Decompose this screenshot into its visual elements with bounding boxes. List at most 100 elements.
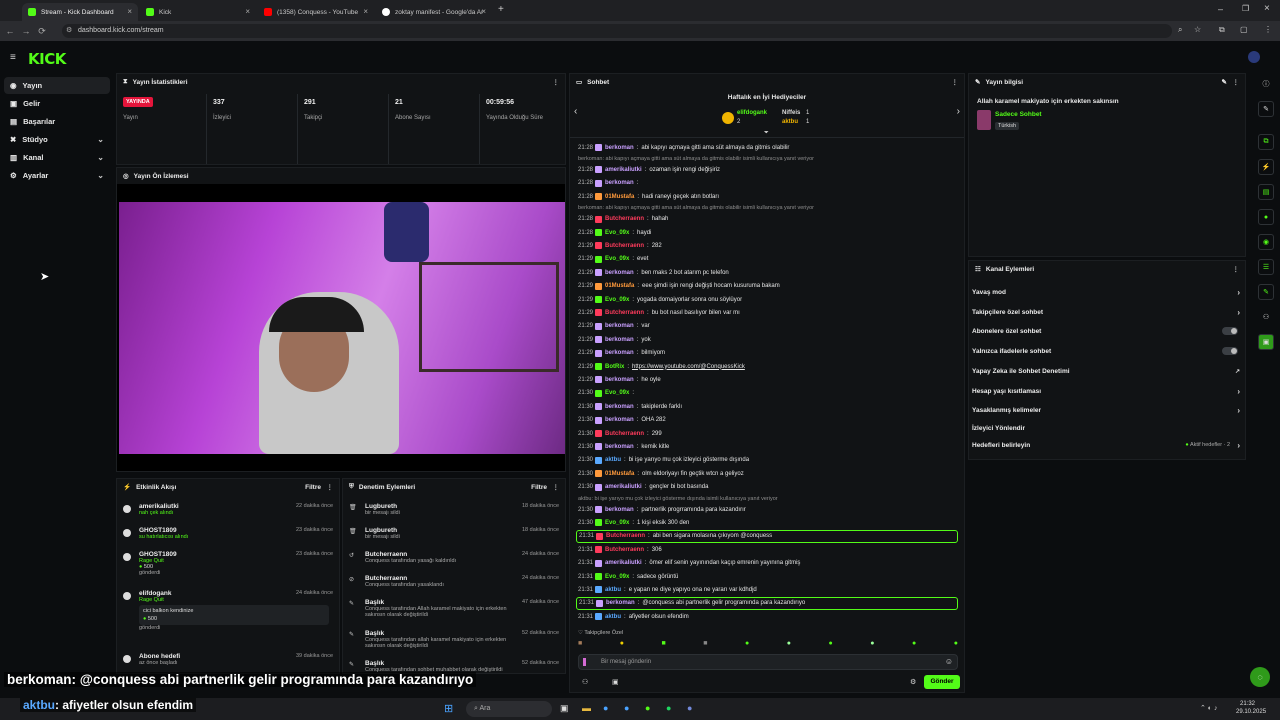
browser-menu-icon[interactable]: ⋮ — [1264, 25, 1272, 34]
chrome-icon[interactable]: ● — [603, 703, 608, 713]
more-menu-icon[interactable]: ⋮ — [553, 483, 560, 491]
message-username[interactable]: amerikaliutki — [605, 560, 642, 566]
clock-date[interactable]: 29.10.2025 — [1236, 709, 1266, 715]
gifter-name[interactable]: Niffeis — [782, 110, 800, 116]
profile-icon[interactable]: ▢ — [1240, 25, 1248, 34]
emote-only-toggle[interactable] — [1222, 347, 1238, 355]
tab-youtube[interactable]: (1358) Conquess - YouTube × — [258, 3, 374, 21]
chat-settings-icon[interactable]: ⚙ — [910, 678, 916, 686]
message-username[interactable]: berkoman — [605, 145, 634, 151]
close-window-icon[interactable]: × — [1264, 3, 1270, 14]
sidebar-item-gelir[interactable]: ▣ Gelir — [4, 95, 110, 112]
message-username[interactable]: berkoman — [605, 270, 634, 276]
more-menu-icon[interactable]: ⋮ — [952, 78, 959, 86]
slow-mode-row[interactable]: Yavaş mod › — [972, 283, 1246, 301]
goals-row[interactable]: Hedefleri belirleyin ● Aktif hedefler · 2… — [972, 436, 1246, 454]
windows-start-icon[interactable]: ⊞ — [444, 702, 453, 715]
message-username[interactable]: Butcherraenn — [605, 216, 644, 222]
site-info-icon[interactable]: ⚙ — [66, 24, 72, 38]
more-menu-icon[interactable]: ⋮ — [327, 483, 334, 491]
lightning-icon[interactable]: ⚡ — [1258, 159, 1274, 175]
category-thumbnail[interactable] — [977, 110, 991, 130]
sidebar-item-ayarlar[interactable]: ⚙ Ayarlar ⌄ — [4, 167, 110, 184]
message-username[interactable]: amerikaliutki — [605, 167, 642, 173]
close-tab-icon[interactable]: × — [363, 7, 368, 16]
chat-users-icon[interactable]: ⚇ — [582, 678, 588, 686]
discord-icon[interactable]: ● — [687, 703, 692, 713]
message-username[interactable]: berkoman — [605, 417, 634, 423]
emoji-icon[interactable]: ☺ — [945, 657, 953, 666]
account-age-row[interactable]: Hesap yaşı kısıtlaması › — [972, 382, 1246, 400]
edit-icon[interactable]: ✎ — [1222, 78, 1227, 86]
expand-icon[interactable]: ⏷ — [764, 130, 769, 137]
tab-google[interactable]: zoktay manifest - Google'da Ar × — [376, 3, 492, 21]
send-button[interactable]: Gönder — [924, 675, 960, 689]
banned-words-row[interactable]: Yasaklanmış kelimeler › — [972, 401, 1246, 419]
user-avatar[interactable] — [1248, 51, 1260, 63]
file-explorer-icon[interactable]: ▬ — [582, 703, 591, 713]
sidebar-item-kanal[interactable]: ▥ Kanal ⌄ — [4, 149, 110, 166]
more-menu-icon[interactable]: ⋮ — [553, 78, 560, 86]
chevron-right-icon[interactable]: › — [957, 106, 960, 117]
message-username[interactable]: berkoman — [605, 377, 634, 383]
message-username[interactable]: berkoman — [605, 444, 634, 450]
message-username[interactable]: Butcherraenn — [605, 431, 644, 437]
forward-icon[interactable]: → — [18, 26, 34, 36]
message-username[interactable]: berkoman — [605, 507, 634, 513]
task-view-icon[interactable]: ▣ — [560, 703, 569, 714]
info-icon[interactable]: ⓘ — [1258, 76, 1274, 92]
subscribers-only-toggle[interactable] — [1222, 327, 1238, 335]
message-username[interactable]: Evo_09x — [605, 297, 629, 303]
tab-kick-dashboard[interactable]: Stream - Kick Dashboard × — [22, 3, 138, 21]
emote-icon[interactable]: ■ — [578, 640, 582, 652]
tray-icons[interactable]: ⌃ ◐ ♪ — [1200, 704, 1217, 712]
plugin-icon[interactable]: ▣ — [1258, 334, 1274, 350]
close-tab-icon[interactable]: × — [127, 7, 132, 16]
message-username[interactable]: berkoman — [605, 337, 634, 343]
sidebar-item-basarilar[interactable]: ▤ Başarılar — [4, 113, 110, 130]
emote-icon[interactable]: ● — [870, 640, 874, 652]
message-username[interactable]: Butcherraenn — [605, 310, 644, 316]
message-username[interactable]: amerikaliutki — [605, 484, 642, 490]
emote-icon[interactable]: ● — [620, 640, 624, 652]
message-text[interactable]: https://www.youtube.com/@ConquessKick — [632, 364, 745, 370]
url-field[interactable]: ⚙ dashboard.kick.com/stream — [62, 24, 1172, 38]
emote-icon[interactable]: ● — [745, 640, 749, 652]
more-menu-icon[interactable]: ⋮ — [1233, 265, 1240, 273]
reload-icon[interactable]: ⟳ — [34, 26, 50, 37]
message-username[interactable]: Evo_09x — [605, 574, 629, 580]
chat-bubble-icon[interactable]: ● — [1258, 209, 1274, 225]
message-username[interactable]: aktbu — [605, 457, 621, 463]
message-username[interactable]: 01Mustafa — [605, 471, 634, 477]
chevron-left-icon[interactable]: ‹ — [574, 106, 577, 117]
message-username[interactable]: 01Mustafa — [605, 194, 634, 200]
message-username[interactable]: BotRix — [605, 364, 624, 370]
sidebar-item-studyo[interactable]: ✖ Stüdyo ⌄ — [4, 131, 110, 148]
layout-icon[interactable]: ⧉ — [1258, 134, 1274, 150]
edge-icon[interactable]: ● — [624, 703, 629, 713]
wrench-icon[interactable]: ✎ — [1258, 284, 1274, 300]
broadcast-icon[interactable]: ◉ — [1258, 234, 1274, 250]
message-username[interactable]: 01Mustafa — [605, 283, 634, 289]
clock-time[interactable]: 21:32 — [1240, 701, 1255, 707]
message-username[interactable]: berkoman — [605, 350, 634, 356]
emote-icon[interactable]: ● — [912, 640, 916, 652]
new-tab-button[interactable]: + — [498, 4, 504, 15]
gifter-name[interactable]: aktbu — [782, 119, 798, 125]
host-viewers-row[interactable]: İzleyici Yönlendir — [972, 419, 1246, 437]
message-username[interactable]: aktbu — [605, 614, 621, 620]
chat-pin-icon[interactable]: ▣ — [612, 678, 619, 686]
emote-icon[interactable]: ● — [787, 640, 791, 652]
message-username[interactable]: Butcherraenn — [605, 243, 644, 249]
gifter-name[interactable]: elifdogank — [737, 110, 767, 116]
message-username[interactable]: berkoman — [606, 600, 635, 606]
ai-moderation-row[interactable]: Yapay Zeka ile Sohbet Denetimi ↗ — [972, 362, 1246, 380]
message-username[interactable]: Evo_09x — [605, 230, 629, 236]
back-icon[interactable]: ← — [2, 26, 18, 36]
message-username[interactable]: Butcherraenn — [605, 547, 644, 553]
category-name[interactable]: Sadece Sohbet — [995, 111, 1042, 118]
maximize-icon[interactable]: ❐ — [1242, 4, 1249, 13]
followers-only-row[interactable]: Takipçilere özel sohbet › — [972, 303, 1246, 321]
document-icon[interactable]: ▤ — [1258, 184, 1274, 200]
kick-logo[interactable]: KICK — [28, 50, 66, 68]
